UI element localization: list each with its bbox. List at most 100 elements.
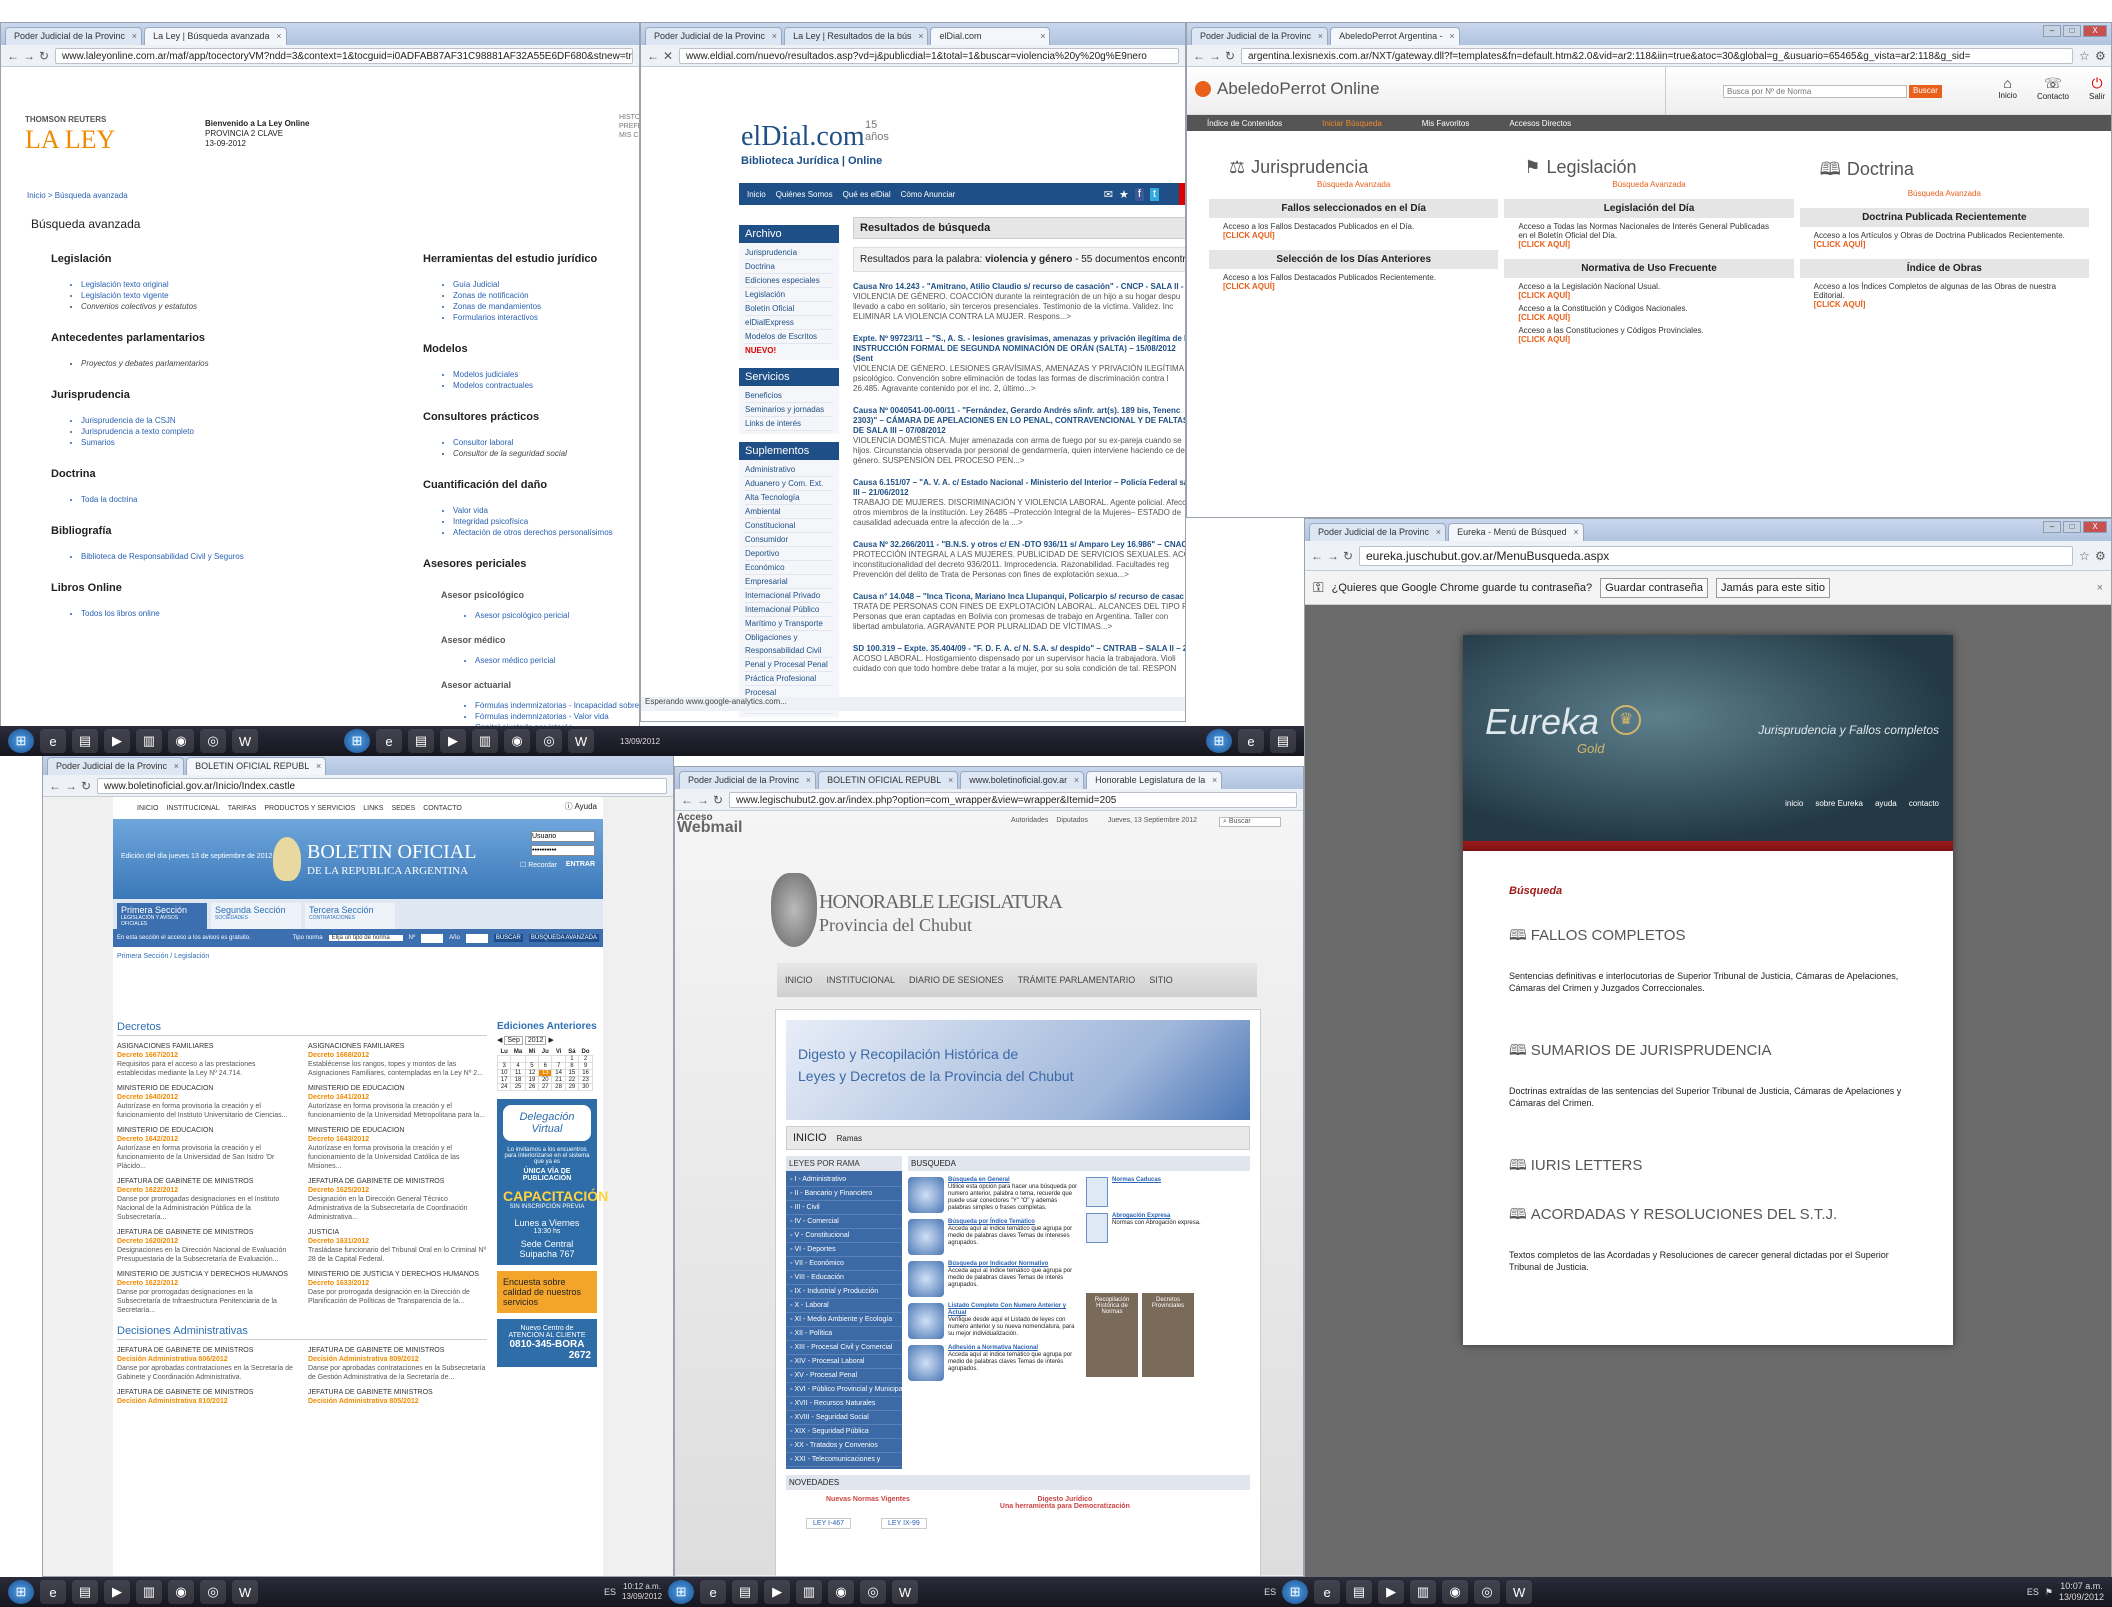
- ley-link[interactable]: LEY I-467: [806, 1518, 852, 1529]
- folder-icon[interactable]: ▥: [796, 1580, 823, 1604]
- rama-item[interactable]: ◦ I - Administrativo: [786, 1173, 902, 1187]
- folder-icon[interactable]: ▥: [136, 1580, 162, 1604]
- forward-icon[interactable]: →: [697, 793, 709, 807]
- close-icon[interactable]: ×: [772, 28, 777, 45]
- start-button[interactable]: ⊞: [8, 729, 34, 753]
- network-icon[interactable]: ◉: [828, 1580, 855, 1604]
- calendar-day[interactable]: 16: [578, 1069, 593, 1077]
- top-nav-item[interactable]: CONTACTO: [423, 805, 462, 812]
- calendar-day[interactable]: 23: [578, 1076, 593, 1084]
- result-title[interactable]: Causa Nº 32.266/2011 - "B.N.S. y otros c…: [853, 540, 1185, 550]
- ie-icon[interactable]: e: [1314, 1580, 1341, 1604]
- tab-boletin-gov[interactable]: www.boletinoficial.gov.ar ×: [960, 771, 1085, 789]
- laley-logo[interactable]: LA LEY: [25, 125, 115, 155]
- calendar-day[interactable]: 11: [510, 1069, 526, 1077]
- menu-item[interactable]: Quiénes Somos: [776, 190, 833, 199]
- access-item[interactable]: Acceso a los Índices Completos de alguna…: [1800, 278, 2089, 309]
- rama-item[interactable]: ◦ XI - Medio Ambiente y Ecología: [786, 1313, 902, 1327]
- word-icon[interactable]: W: [1506, 1580, 1533, 1604]
- norma-numero[interactable]: Decreto 1641/2012: [308, 1093, 487, 1102]
- word-icon[interactable]: W: [892, 1580, 919, 1604]
- sidebar-item[interactable]: Modelos de Escritos: [745, 330, 833, 344]
- password-input[interactable]: [531, 845, 595, 856]
- calendar-day[interactable]: 5: [524, 1062, 540, 1070]
- close-icon[interactable]: ×: [1436, 524, 1441, 541]
- folder-icon[interactable]: ▤: [408, 729, 434, 753]
- rama-item[interactable]: ◦ XIV - Procesal Laboral: [786, 1355, 902, 1369]
- top-nav-item[interactable]: SEDES: [391, 805, 415, 812]
- menu-item[interactable]: Mis Favoritos: [1402, 119, 1490, 128]
- network-icon[interactable]: ◉: [1442, 1580, 1469, 1604]
- sidebar-item[interactable]: Penal y Procesal Penal: [745, 658, 833, 672]
- click-here-link[interactable]: [CLICK AQUÍ]: [1223, 231, 1484, 240]
- folder-icon[interactable]: ▤: [72, 1580, 98, 1604]
- top-nav-item[interactable]: PRODUCTOS Y SERVICIOS: [264, 805, 355, 812]
- sidebar-item[interactable]: Consumidor: [745, 533, 833, 547]
- close-window-icon[interactable]: X: [2083, 521, 2107, 533]
- norma-numero[interactable]: Decreto 1643/2012: [308, 1135, 487, 1144]
- sidebar-item[interactable]: Práctica Profesional: [745, 672, 833, 686]
- url-input[interactable]: argentina.lexisnexis.com.ar/NXT/gateway.…: [1241, 47, 2073, 64]
- tab-poder-judicial[interactable]: Poder Judicial de la Provinc ×: [5, 27, 143, 45]
- calendar-day[interactable]: [551, 1055, 566, 1063]
- menu-item[interactable]: SITIO: [1149, 975, 1173, 985]
- list-item[interactable]: Consultor laboral: [453, 437, 639, 448]
- sidebar-item[interactable]: Seminarios y jornadas: [745, 403, 833, 417]
- option-title[interactable]: Búsqueda por Índice Temático: [948, 1219, 1078, 1226]
- mail-icon[interactable]: ✉: [1104, 188, 1113, 201]
- search-result[interactable]: Causa n° 14.048 – "Inca Ticona, Mariano …: [853, 592, 1185, 632]
- logout-button[interactable]: ⏻ Salir: [2089, 75, 2105, 101]
- close-icon[interactable]: ×: [174, 758, 179, 775]
- network-icon[interactable]: ◉: [168, 729, 194, 753]
- calendar-day[interactable]: 25: [510, 1083, 526, 1091]
- sidebar-item[interactable]: Aduanero y Com. Ext.: [745, 477, 833, 491]
- norma-item[interactable]: JEFATURA DE GABINETE DE MINISTROS Decisió…: [308, 1346, 487, 1382]
- close-icon[interactable]: ×: [1212, 772, 1217, 789]
- norma-numero[interactable]: Decreto 1622/2012: [117, 1186, 296, 1195]
- search-result[interactable]: Causa 6.151/07 – "A. V. A. c/ Estado Nac…: [853, 478, 1185, 528]
- nro-input[interactable]: [421, 933, 444, 943]
- sidebar-item[interactable]: Marítimo y Transporte: [745, 617, 833, 631]
- word-icon[interactable]: W: [232, 1580, 258, 1604]
- side-option-title[interactable]: Normas Caducas: [1112, 1177, 1161, 1184]
- menu-item[interactable]: Inicio: [747, 190, 766, 199]
- url-input[interactable]: www.boletinoficial.gov.ar/Inicio/Index.c…: [97, 777, 667, 794]
- history-menu[interactable]: HISTO PREFE MIS C: [619, 113, 639, 140]
- next-month-icon[interactable]: ▶: [548, 1036, 553, 1045]
- result-title[interactable]: Expte. Nº 99723/11 – "S., A. S. - lesion…: [853, 334, 1185, 364]
- media-icon[interactable]: ▶: [104, 1580, 130, 1604]
- advanced-search-link[interactable]: Búsqueda Avanzada: [1504, 180, 1793, 189]
- search-option[interactable]: Búsqueda por Indicador Normativo Acceda a…: [908, 1261, 1078, 1297]
- sidebar-item[interactable]: elDialExpress: [745, 316, 833, 330]
- list-item[interactable]: Biblioteca de Responsabilidad Civil y Se…: [81, 551, 391, 562]
- calendar-day[interactable]: 28: [551, 1083, 566, 1091]
- calendar-day[interactable]: 26: [524, 1083, 540, 1091]
- click-here-link[interactable]: [CLICK AQUÍ]: [1518, 313, 1779, 322]
- tab-poder-judicial[interactable]: Poder Judicial de la Provinc ×: [47, 757, 185, 775]
- calendar-day[interactable]: 21: [551, 1076, 566, 1084]
- close-icon[interactable]: ×: [132, 28, 137, 45]
- back-icon[interactable]: ←: [681, 793, 693, 807]
- maximize-icon[interactable]: □: [2063, 25, 2081, 37]
- rama-item[interactable]: ◦ IX - Industrial y Producción: [786, 1285, 902, 1299]
- remember-checkbox[interactable]: ☐ Recordar: [520, 861, 557, 869]
- diputados-link[interactable]: Diputados: [1056, 817, 1088, 827]
- rama-item[interactable]: ◦ VI - Deportes: [786, 1243, 902, 1257]
- tab-poder-judicial[interactable]: Poder Judicial de la Provinc ×: [1191, 27, 1329, 45]
- thumbnail-link[interactable]: Recopilación Histórica de Normas: [1086, 1293, 1138, 1377]
- tab-laley[interactable]: La Ley | Búsqueda avanzada ×: [144, 27, 287, 45]
- menu-item[interactable]: Índice de Contenidos: [1187, 119, 1302, 128]
- rama-item[interactable]: ◦ XIII - Procesal Civil y Comercial: [786, 1341, 902, 1355]
- section-tab[interactable]: Tercera Sección CONTRATACIONES: [305, 903, 395, 929]
- eureka-nav-item[interactable]: sobre Eureka: [1815, 799, 1863, 808]
- menu-item[interactable]: DIARIO DE SESIONES: [909, 975, 1004, 985]
- eureka-section-link[interactable]: 🕮 SUMARIOS DE JURISPRUDENCIA: [1509, 1040, 1909, 1065]
- reload-icon[interactable]: ↻: [1343, 549, 1353, 563]
- section-tab[interactable]: Primera Sección LEGISLACIÓN Y AVISOS OFIC…: [117, 903, 207, 929]
- norma-numero[interactable]: Decisión Administrativa 810/2012: [117, 1397, 296, 1406]
- site-search-input[interactable]: ⌕ Buscar: [1219, 817, 1282, 827]
- tipo-select[interactable]: Elija un tipo de norma: [328, 935, 403, 941]
- sidebar-item[interactable]: Obligaciones y Responsabilidad Civil: [745, 631, 833, 658]
- thumbnail-link[interactable]: Decretos Provinciales: [1142, 1293, 1194, 1377]
- calendar-day[interactable]: 29: [564, 1083, 580, 1091]
